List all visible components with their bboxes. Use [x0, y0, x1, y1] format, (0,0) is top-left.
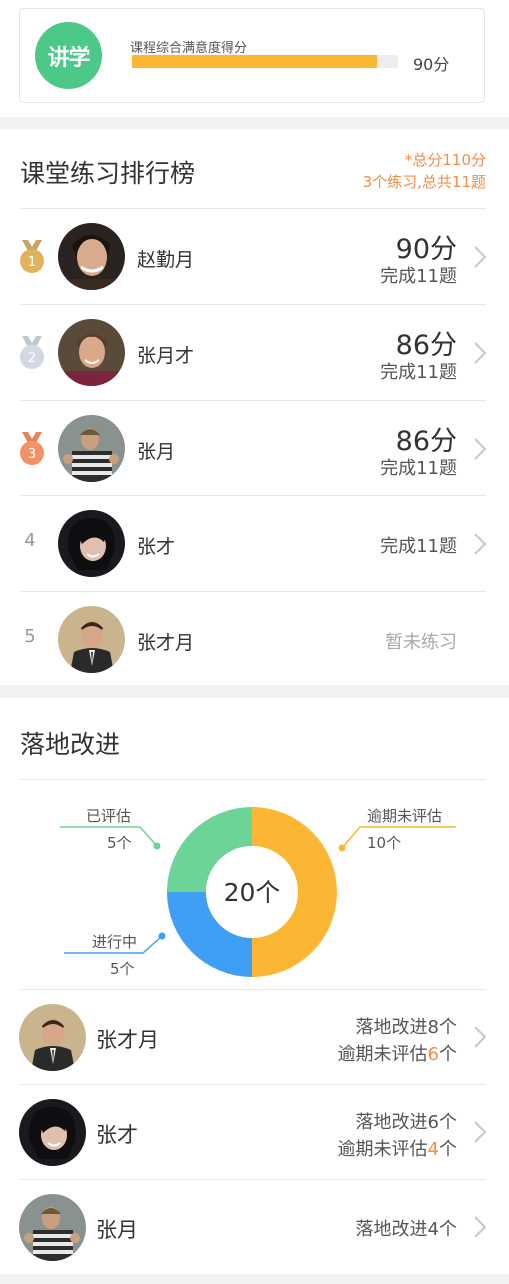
chevron-right-icon [473, 341, 487, 365]
medal-number: 3 [28, 447, 36, 462]
completed-count: 完成11题 [380, 266, 457, 287]
improvement-row[interactable]: 张才月 落地改进8个 逾期未评估6个 [0, 990, 509, 1085]
rank-number: 5 [24, 626, 36, 647]
improvement-row[interactable]: 张才 落地改进6个 逾期未评估4个 [0, 1085, 509, 1180]
overdue-unit: 个 [439, 1044, 457, 1065]
chevron-right-icon [473, 437, 487, 461]
satisfaction-label: 课程综合满意度得分 [130, 41, 248, 56]
ranking-row[interactable]: 2 张月才 86分 完成11题 [0, 305, 509, 401]
legend-in-progress-label: 进行中 [92, 933, 138, 951]
ranking-section: 课堂练习排行榜 *总分110分 3个练习,总共11题 1 赵勤月 90分 完成1… [0, 129, 509, 685]
legend-overdue-label: 逾期未评估 [367, 807, 443, 825]
improvement-count: 落地改进4个 [355, 1219, 457, 1240]
overdue-number: 6 [427, 1044, 439, 1065]
ranking-row[interactable]: 3 张月 86分 完成11题 [0, 401, 509, 497]
leader-dot-overdue [338, 844, 346, 852]
avatar [19, 1099, 86, 1166]
overdue-count: 逾期未评估4个 [338, 1135, 457, 1161]
ranking-note: *总分110分 3个练习,总共11题 [363, 149, 486, 193]
satisfaction-score: 90分 [413, 55, 450, 74]
legend-evaluated-count: 5个 [107, 834, 132, 852]
satisfaction-bar [132, 55, 398, 68]
avatar [19, 1194, 86, 1261]
silver-medal-icon: 2 [19, 336, 45, 370]
improvement-title: 落地改进 [20, 730, 121, 759]
chevron-right-icon [473, 532, 487, 556]
student-name: 张月才 [137, 345, 195, 367]
person-name: 张月 [96, 1218, 138, 1242]
legend-evaluated-label: 已评估 [86, 807, 132, 825]
avatar [58, 510, 125, 577]
ranking-note-detail: 3个练习,总共11题 [362, 173, 486, 191]
improvement-section: 落地改进 20个 已评估 5个 逾期未评估 10个 进行中 5个 张才月 落地改… [0, 698, 509, 1274]
overdue-number: 4 [427, 1139, 439, 1160]
person-name: 张才月 [96, 1028, 159, 1052]
chevron-right-icon [473, 1120, 487, 1144]
overdue-label: 逾期未评估 [337, 1044, 428, 1065]
overdue-count: 逾期未评估6个 [338, 1040, 457, 1066]
satisfaction-card: 讲学 课程综合满意度得分 90分 [19, 8, 485, 103]
improvement-row[interactable]: 张月 落地改进4个 [0, 1180, 509, 1275]
ranking-title: 课堂练习排行榜 [20, 159, 196, 188]
improvement-donut-chart: 20个 已评估 5个 逾期未评估 10个 进行中 5个 [0, 792, 509, 982]
chevron-right-icon [473, 1025, 487, 1049]
student-score: 86分 [395, 426, 457, 457]
divider [20, 779, 486, 780]
improvement-count: 落地改进8个 [355, 1017, 457, 1038]
legend-in-progress-count: 5个 [110, 960, 135, 978]
student-name: 张月 [137, 441, 176, 463]
overdue-label: 逾期未评估 [337, 1139, 428, 1160]
leader-dot-in-progress [158, 932, 166, 940]
avatar [58, 606, 125, 673]
satisfaction-bar-fill [132, 55, 377, 68]
person-name: 张才 [96, 1123, 138, 1147]
donut-center-label: 20个 [224, 878, 281, 907]
completed-count: 完成11题 [380, 536, 457, 557]
overdue-unit: 个 [439, 1139, 457, 1160]
not-practiced-status: 暂未练习 [385, 632, 457, 653]
student-name: 赵勤月 [137, 249, 195, 271]
completed-count: 完成11题 [380, 362, 457, 383]
chevron-right-icon [473, 245, 487, 269]
ranking-row[interactable]: 4 张才 完成11题 [0, 496, 509, 592]
leader-dot-evaluated [153, 842, 161, 850]
avatar [58, 319, 125, 386]
medal-number: 2 [28, 351, 36, 366]
ranking-row[interactable]: 1 赵勤月 90分 完成11题 [0, 209, 509, 305]
rank-number: 4 [24, 530, 36, 551]
improvement-count: 落地改进6个 [355, 1112, 457, 1133]
avatar [58, 223, 125, 290]
ranking-note-total: *总分110分 [404, 151, 486, 169]
ranking-row[interactable]: 5 张才月 暂未练习 [0, 592, 509, 688]
student-name: 张才 [137, 536, 176, 558]
legend-overdue-count: 10个 [367, 834, 402, 852]
student-score: 86分 [395, 330, 457, 361]
student-score: 90分 [395, 234, 457, 265]
gold-medal-icon: 1 [19, 240, 45, 274]
avatar [58, 415, 125, 482]
bronze-medal-icon: 3 [19, 432, 45, 466]
medal-number: 1 [28, 255, 36, 270]
completed-count: 完成11题 [380, 458, 457, 479]
avatar [19, 1004, 86, 1071]
satisfaction-section: 讲学 课程综合满意度得分 90分 [0, 0, 509, 117]
app-logo: 讲学 [35, 22, 102, 89]
student-name: 张才月 [137, 632, 195, 654]
chevron-right-icon [473, 1215, 487, 1239]
